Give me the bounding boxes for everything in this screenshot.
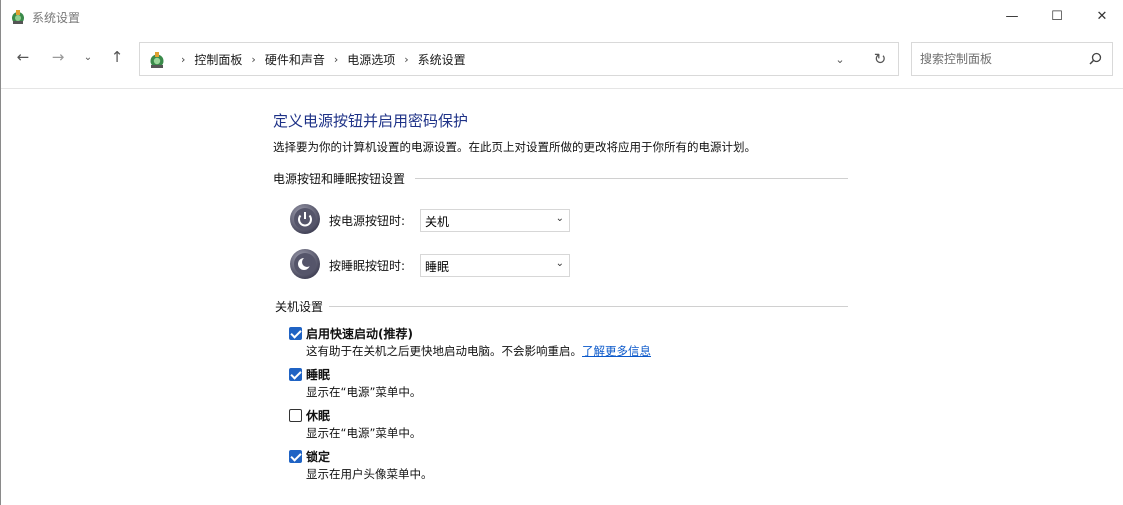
maximize-button[interactable]: ☐ bbox=[1034, 0, 1080, 33]
breadcrumb-separator[interactable]: › bbox=[251, 53, 255, 66]
sleep-button-label: 按睡眠按钮时: bbox=[329, 259, 406, 273]
address-bar[interactable]: › 控制面板 › 硬件和声音 › 电源选项 › 系统设置 ⌄ ↻ bbox=[139, 42, 899, 76]
lock-label[interactable]: 锁定 bbox=[306, 448, 330, 465]
forward-button[interactable]: → bbox=[46, 45, 70, 69]
chevron-down-icon: ⌄ bbox=[555, 213, 564, 224]
arrow-up-icon: ↑ bbox=[110, 48, 124, 66]
refresh-button[interactable]: ↻ bbox=[871, 50, 889, 68]
minimize-icon: — bbox=[1005, 9, 1019, 24]
section-divider bbox=[329, 306, 848, 307]
sleep-button-option: 按睡眠按钮时: 睡眠 ⌄ bbox=[289, 248, 589, 282]
breadcrumb-separator[interactable]: › bbox=[404, 53, 408, 66]
fast-startup-desc-text: 这有助于在关机之后更快地启动电脑。不会影响重启。 bbox=[306, 344, 582, 358]
fast-startup-description: 这有助于在关机之后更快地启动电脑。不会影响重启。了解更多信息 bbox=[306, 343, 651, 359]
power-button-option: 按电源按钮时: 关机 ⌄ bbox=[289, 203, 589, 237]
chevron-down-icon: ⌄ bbox=[835, 52, 845, 66]
close-button[interactable]: ✕ bbox=[1079, 0, 1123, 33]
breadcrumb-hardware-sound[interactable]: 硬件和声音 bbox=[265, 51, 325, 68]
recent-locations-button[interactable]: ⌄ bbox=[78, 45, 98, 69]
address-history-button[interactable]: ⌄ bbox=[832, 51, 848, 67]
power-button-action-select[interactable]: 关机 ⌄ bbox=[420, 209, 570, 232]
buttons-section-title: 电源按钮和睡眠按钮设置 bbox=[273, 172, 406, 186]
power-icon bbox=[289, 203, 321, 235]
shutdown-section-title: 关机设置 bbox=[275, 300, 324, 314]
sleep-label[interactable]: 睡眠 bbox=[306, 366, 330, 383]
refresh-icon: ↻ bbox=[873, 50, 887, 68]
sleep-icon bbox=[289, 248, 321, 280]
power-button-action-value: 关机 bbox=[425, 215, 450, 229]
breadcrumb-separator: › bbox=[181, 52, 186, 66]
main-content: 定义电源按钮并启用密码保护 选择要为你的计算机设置的电源设置。在此页上对设置所做… bbox=[273, 110, 853, 481]
up-button[interactable]: ↑ bbox=[105, 45, 129, 69]
section-divider bbox=[415, 178, 848, 179]
lock-checkbox[interactable] bbox=[289, 450, 302, 463]
maximize-icon: ☐ bbox=[1051, 9, 1063, 24]
hibernate-checkbox[interactable] bbox=[289, 409, 302, 422]
window-title: 系统设置 bbox=[32, 11, 81, 25]
sleep-button-action-select[interactable]: 睡眠 ⌄ bbox=[420, 254, 570, 277]
arrow-right-icon: → bbox=[51, 48, 65, 66]
hibernate-description: 显示在“电源”菜单中。 bbox=[306, 426, 422, 440]
minimize-button[interactable]: — bbox=[989, 0, 1035, 33]
sleep-description: 显示在“电源”菜单中。 bbox=[306, 385, 422, 399]
page-title: 定义电源按钮并启用密码保护 bbox=[273, 112, 469, 130]
page-description: 选择要为你的计算机设置的电源设置。在此页上对设置所做的更改将应用于你所有的电源计… bbox=[273, 140, 756, 154]
breadcrumb-separator[interactable]: › bbox=[334, 53, 338, 66]
learn-more-link[interactable]: 了解更多信息 bbox=[582, 344, 651, 358]
power-button-label: 按电源按钮时: bbox=[329, 214, 406, 228]
fast-startup-label[interactable]: 启用快速启动(推荐) bbox=[306, 325, 413, 342]
navigation-bar: ← → ⌄ ↑ › 控制面板 › 硬件和声音 › 电源选项 › 系统设置 ⌄ ↻… bbox=[1, 33, 1123, 89]
chevron-down-icon: ⌄ bbox=[555, 258, 564, 269]
search-icon[interactable] bbox=[1087, 51, 1103, 67]
back-button[interactable]: ← bbox=[11, 45, 35, 69]
hibernate-label[interactable]: 休眠 bbox=[306, 407, 330, 424]
search-input[interactable] bbox=[920, 50, 1080, 68]
control-panel-icon bbox=[148, 51, 166, 69]
breadcrumb-power-options[interactable]: 电源选项 bbox=[347, 51, 395, 68]
close-icon: ✕ bbox=[1096, 9, 1108, 24]
breadcrumb: › 控制面板 › 硬件和声音 › 电源选项 › 系统设置 bbox=[172, 43, 466, 75]
search-box[interactable] bbox=[911, 42, 1113, 76]
breadcrumb-system-settings[interactable]: 系统设置 bbox=[418, 51, 466, 68]
sleep-checkbox[interactable] bbox=[289, 368, 302, 381]
title-bar: 系统设置 — ☐ ✕ bbox=[1, 0, 1123, 33]
breadcrumb-control-panel[interactable]: 控制面板 bbox=[194, 51, 242, 68]
arrow-left-icon: ← bbox=[16, 48, 30, 66]
lock-description: 显示在用户头像菜单中。 bbox=[306, 467, 433, 481]
control-panel-app-icon bbox=[10, 9, 26, 25]
chevron-down-icon: ⌄ bbox=[83, 51, 93, 63]
fast-startup-checkbox[interactable] bbox=[289, 327, 302, 340]
sleep-button-action-value: 睡眠 bbox=[425, 260, 450, 274]
system-settings-window: 系统设置 — ☐ ✕ ← → ⌄ ↑ › 控制面板 › 硬件和声音 › 电源选项… bbox=[0, 0, 1123, 505]
